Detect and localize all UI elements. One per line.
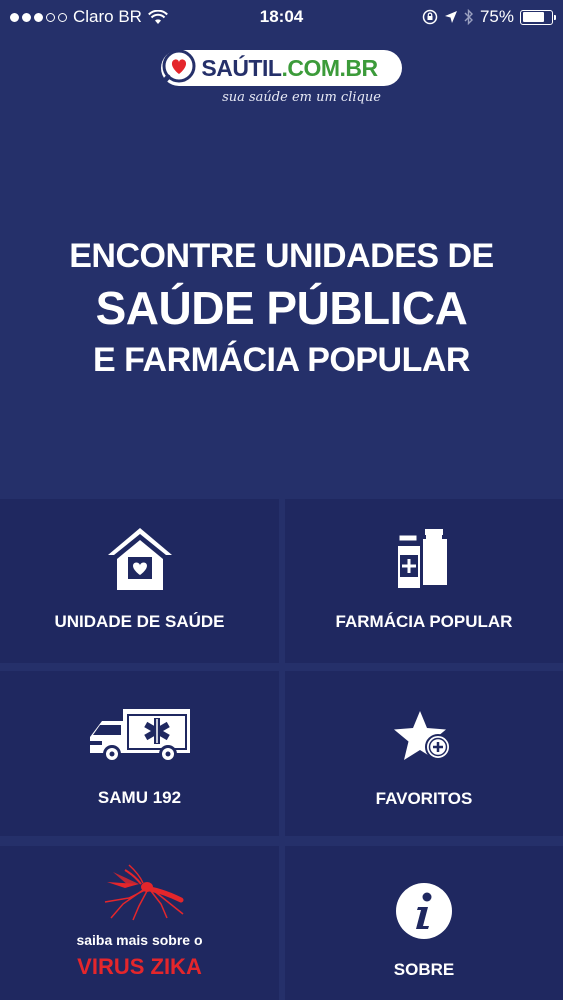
location-arrow-icon [444,11,457,23]
status-left: Claro BR [10,7,168,27]
unidade-de-saude-button[interactable]: UNIDADE DE SAÚDE [0,499,279,663]
signal-strength-icon [10,12,67,22]
favoritos-button[interactable]: FAVORITOS [285,671,563,836]
farmacia-popular-button[interactable]: FARMÁCIA POPULAR [285,499,563,663]
logo-name: SAÚTIL [201,54,282,81]
headline-line-1: ENCONTRE UNIDADES DE [69,237,494,275]
info-icon [285,882,563,940]
wifi-icon [148,9,168,24]
logo-domain: .COM.BR [281,54,378,81]
star-plus-icon [285,707,563,771]
samu-192-label: SAMU 192 [97,788,182,807]
favoritos-label: FAVORITOS [375,789,473,808]
farmacia-popular-label: FARMÁCIA POPULAR [335,612,513,631]
ambulance-icon [0,703,279,765]
magnifier-heart-icon [157,49,196,89]
battery-percent: 75% [479,7,514,26]
samu-192-button[interactable]: SAMU 192 [0,671,279,836]
headline-line-2: SAÚDE PÚBLICA [95,282,468,334]
carrier-name: Claro BR [73,7,142,26]
mosquito-icon [0,862,279,922]
rotation-lock-icon [422,9,438,25]
logo-tagline: sua saúde em um clique [222,90,381,105]
zika-label: VIRUS ZIKA [77,954,202,979]
medicine-bottles-icon [285,525,563,591]
unidade-de-saude-label: UNIDADE DE SAÚDE [54,612,225,631]
headline-line-3: E FARMÁCIA POPULAR [93,341,470,379]
sobre-label: SOBRE [393,960,455,979]
headline: ENCONTRE UNIDADES DE SAÚDE PÚBLICA E FAR… [0,234,563,382]
virus-zika-button[interactable]: saiba mais sobre o VIRUS ZIKA [0,846,279,1000]
app-logo: SAÚTIL .COM.BR sua saúde em um clique [0,49,563,105]
sobre-button[interactable]: SOBRE [285,846,563,1000]
health-house-icon [0,525,279,593]
home-screen: Claro BR 18:04 75% SAÚTIL .COM.BR sua sa… [0,0,563,1000]
status-bar: Claro BR 18:04 75% [0,0,563,34]
battery-icon [520,9,556,25]
logo-badge: SAÚTIL .COM.BR [157,49,402,89]
status-right: 75% [422,7,556,27]
zika-prefix-text: saiba mais sobre o [76,932,203,948]
bluetooth-icon [464,9,473,25]
